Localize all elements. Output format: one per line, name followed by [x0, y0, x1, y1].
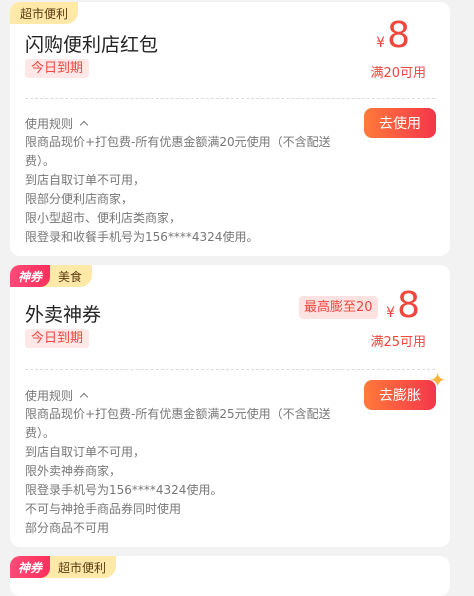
god-coupon-badge: 神券	[10, 265, 51, 287]
expand-button[interactable]: 去膨胀 ✦	[364, 370, 446, 410]
usage-condition: 满20可用	[370, 66, 426, 81]
divider	[25, 369, 435, 370]
currency-symbol: ¥	[376, 35, 386, 51]
coupon-title: 闪购便利店红包	[25, 34, 159, 56]
rules-toggle[interactable]: 使用规则	[25, 387, 89, 404]
chevron-up-icon	[79, 392, 89, 402]
category-tag: 超市便利	[10, 2, 79, 24]
currency-symbol: ¥	[386, 305, 396, 321]
rule-line: 到店自取订单不可用，	[25, 173, 146, 187]
rule-line: 限登录和收餐手机号为156****4324使用。	[25, 230, 259, 244]
rules-label: 使用规则	[25, 117, 74, 131]
coupon-card: 神券 超市便利	[10, 556, 450, 596]
rules-label: 使用规则	[25, 389, 74, 403]
divider	[25, 98, 435, 99]
coupon-card: 神券 美食 外卖神券 今日到期 最高膨至20 ¥ 8 满25可用 使用规则 去膨…	[10, 265, 450, 547]
expire-badge: 今日到期	[25, 59, 90, 78]
rule-line: 限外卖神券商家，	[25, 464, 122, 478]
category-tag: 神券 美食	[10, 265, 93, 287]
rule-line: 限部分便利店商家，	[25, 192, 134, 206]
rule-line: 到店自取订单不可用，	[25, 445, 146, 459]
rule-line: 部分商品不可用	[25, 521, 110, 535]
amount-value: 8	[387, 15, 410, 56]
category-tag-label: 超市便利	[58, 560, 107, 575]
use-button[interactable]: 去使用	[364, 108, 436, 138]
rule-line: 限登录手机号为156****4324使用。	[25, 483, 223, 497]
expand-button-label: 去膨胀	[379, 388, 421, 404]
category-tag-label: 超市便利	[20, 6, 69, 21]
sparkle-icon: ✦	[429, 368, 446, 392]
rules-list: 限商品现价+打包费-所有优惠金额满20元使用（不含配送费）。 到店自取订单不可用…	[25, 133, 355, 247]
expire-badge: 今日到期	[25, 329, 90, 348]
rules-list: 限商品现价+打包费-所有优惠金额满25元使用（不含配送费）。 到店自取订单不可用…	[25, 405, 355, 538]
category-tag: 神券 超市便利	[10, 556, 117, 578]
god-coupon-badge: 神券	[10, 556, 51, 578]
coupon-title: 外卖神券	[25, 304, 102, 326]
category-tag-label: 美食	[58, 269, 83, 284]
rule-line: 限商品现价+打包费-所有优惠金额满25元使用（不含配送费）。	[25, 407, 331, 440]
rule-line: 不可与神抢手商品券同时使用	[25, 502, 182, 516]
rules-toggle[interactable]: 使用规则	[25, 115, 89, 132]
chevron-up-icon	[79, 120, 89, 130]
amount-value: 8	[397, 285, 420, 326]
boost-badge: 最高膨至20	[299, 296, 378, 319]
rule-line: 限小型超市、便利店类商家，	[25, 211, 182, 225]
usage-condition: 满25可用	[370, 335, 426, 350]
coupon-card: 超市便利 闪购便利店红包 今日到期 ¥ 8 满20可用 使用规则 去使用 限商品…	[10, 2, 450, 256]
coupon-amount: ¥ 8	[376, 18, 410, 54]
rule-line: 限商品现价+打包费-所有优惠金额满20元使用（不含配送费）。	[25, 135, 331, 168]
coupon-amount: ¥ 8	[386, 288, 420, 324]
